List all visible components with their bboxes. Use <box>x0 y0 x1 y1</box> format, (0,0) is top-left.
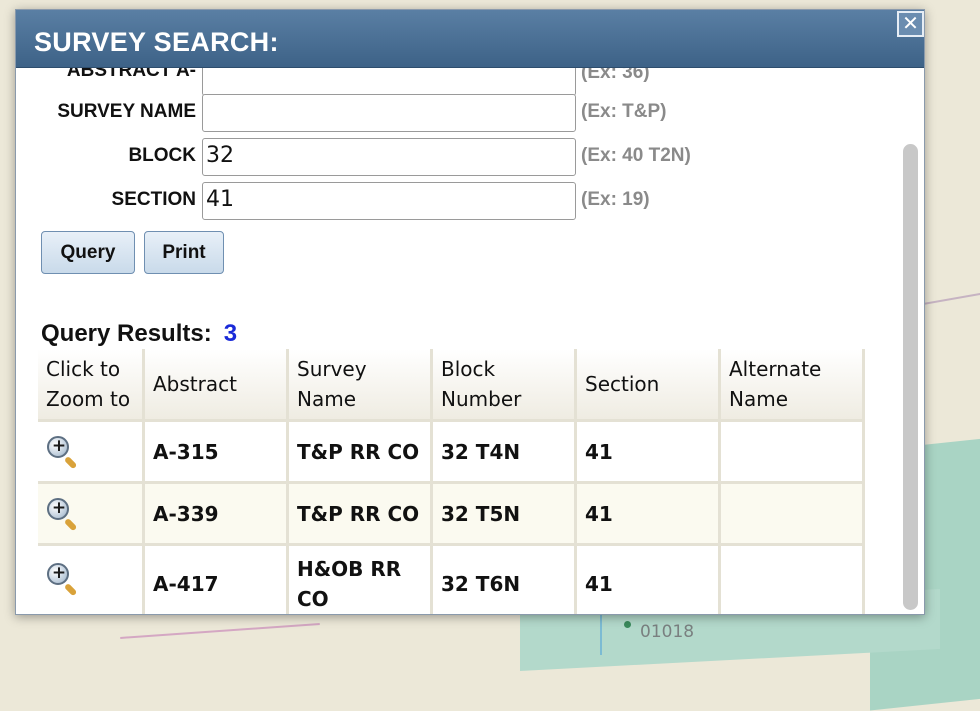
print-button[interactable]: Print <box>144 231 224 274</box>
table-cell-survey-name: T&P RR CO <box>289 484 433 546</box>
section-label: SECTION <box>111 189 196 210</box>
table-cell-alternate-name <box>721 546 865 614</box>
close-icon: ✕ <box>902 11 919 35</box>
abstract-input[interactable] <box>202 68 576 96</box>
abstract-hint: (Ex: 36) <box>581 68 650 83</box>
column-header-block-number[interactable]: Block Number <box>433 349 577 422</box>
column-header-zoom[interactable]: Click to Zoom to <box>38 349 145 422</box>
table-cell-abstract: A-339 <box>145 484 289 546</box>
table-cell-survey-name: H&OB RR CO <box>289 546 433 614</box>
zoom-in-icon[interactable]: + <box>46 435 80 469</box>
results-title: Query Results: <box>41 320 212 347</box>
table-cell-section: 41 <box>577 422 721 484</box>
column-header-survey-name[interactable]: Survey Name <box>289 349 433 422</box>
table-cell-section: 41 <box>577 484 721 546</box>
table-cell-alternate-name <box>721 484 865 546</box>
zoom-in-icon[interactable]: + <box>46 497 80 531</box>
table-row-zoom-cell: + <box>38 484 145 546</box>
query-button[interactable]: Query <box>41 231 135 274</box>
survey-search-dialog: SURVEY SEARCH: ✕ ABSTRACT A- (Ex: 36) SU… <box>15 9 925 615</box>
block-hint: (Ex: 40 T2N) <box>581 145 691 166</box>
map-label: 01018 <box>640 622 695 642</box>
table-row-zoom-cell: + <box>38 422 145 484</box>
table-cell-block-number: 32 T6N <box>433 546 577 614</box>
results-count: 3 <box>223 320 238 347</box>
survey-name-label: SURVEY NAME <box>57 101 196 122</box>
table-cell-block-number: 32 T5N <box>433 484 577 546</box>
column-header-alternate-name[interactable]: Alternate Name <box>721 349 865 422</box>
zoom-in-icon[interactable]: + <box>46 562 80 597</box>
query-results-heading: Query Results: 3 <box>41 320 237 348</box>
section-hint: (Ex: 19) <box>581 189 650 210</box>
column-header-section[interactable]: Section <box>577 349 721 422</box>
abstract-label: ABSTRACT A- <box>66 68 196 81</box>
table-cell-survey-name: T&P RR CO <box>289 422 433 484</box>
table-cell-section: 41 <box>577 546 721 614</box>
map-boundary-line <box>600 615 602 655</box>
block-input[interactable]: 32 <box>202 138 576 176</box>
map-point-marker <box>624 621 631 628</box>
close-button[interactable]: ✕ <box>897 11 924 37</box>
survey-name-hint: (Ex: T&P) <box>581 101 667 122</box>
block-label: BLOCK <box>128 145 196 166</box>
map-boundary-line <box>120 623 320 639</box>
table-cell-alternate-name <box>721 422 865 484</box>
survey-name-input[interactable] <box>202 94 576 132</box>
table-row-zoom-cell: + <box>38 546 145 614</box>
section-input[interactable]: 41 <box>202 182 576 220</box>
dialog-titlebar[interactable]: SURVEY SEARCH: ✕ <box>16 10 924 68</box>
table-cell-abstract: A-417 <box>145 546 289 614</box>
column-header-abstract[interactable]: Abstract <box>145 349 289 422</box>
dialog-content: ABSTRACT A- (Ex: 36) SURVEY NAME (Ex: T&… <box>16 68 901 614</box>
table-cell-block-number: 32 T4N <box>433 422 577 484</box>
table-cell-abstract: A-315 <box>145 422 289 484</box>
dialog-title: SURVEY SEARCH: <box>34 27 279 57</box>
scrollbar-thumb[interactable] <box>903 144 918 610</box>
